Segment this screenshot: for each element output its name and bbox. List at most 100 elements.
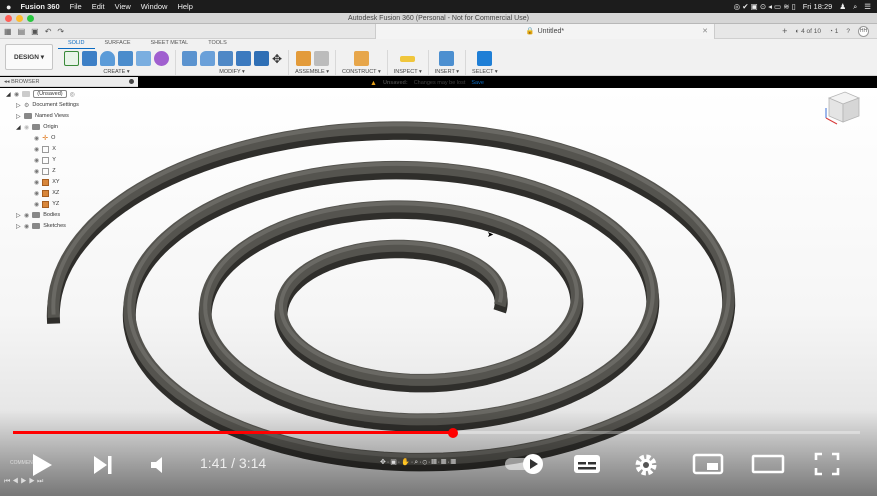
construct-menu[interactable]: CONSTRUCT ▾ (342, 69, 381, 75)
insert-menu[interactable]: INSERT ▾ (435, 69, 459, 75)
create-sketch-icon[interactable] (64, 51, 79, 66)
notification-center-icon[interactable]: ☰ (864, 2, 871, 11)
spotlight-icon[interactable]: ⌕ (853, 2, 857, 12)
browser-header[interactable]: ◂◂ BROWSER (0, 77, 138, 87)
measure-icon[interactable] (400, 55, 416, 62)
app-menu[interactable]: Fusion 360 (20, 2, 59, 11)
create-menu[interactable]: CREATE ▾ (103, 69, 129, 75)
pattern-icon[interactable] (136, 51, 151, 66)
eye-icon[interactable]: ◉ (34, 168, 39, 175)
chamfer-icon[interactable] (218, 51, 233, 66)
select-icon[interactable] (477, 51, 493, 66)
combine-icon[interactable] (254, 51, 269, 66)
close-window-button[interactable] (5, 15, 12, 22)
close-tab-icon[interactable]: ✕ (702, 27, 708, 35)
help-icon[interactable]: ? (846, 28, 850, 35)
tree-plane-xy[interactable]: ◉ XY (34, 177, 60, 187)
expand-icon[interactable]: ▷ (16, 113, 21, 120)
workspace-selector[interactable]: DESIGN ▾ (5, 44, 53, 70)
menu-file[interactable]: File (70, 2, 82, 11)
theater-mode-button[interactable] (751, 453, 785, 475)
tree-origin[interactable]: ◢ ◉ Origin (16, 122, 58, 132)
miniplayer-button[interactable] (692, 453, 724, 475)
new-component-icon[interactable] (295, 51, 311, 66)
tree-axis-y[interactable]: ◉ Y (34, 155, 56, 165)
tree-axis-z[interactable]: ◉ Z (34, 166, 56, 176)
job-status[interactable]: ◐ 4 of 10 (795, 28, 821, 35)
tree-axis-x[interactable]: ◉ X (34, 144, 56, 154)
fullscreen-button[interactable] (813, 451, 841, 477)
select-menu[interactable]: SELECT ▾ (472, 69, 498, 75)
save-button[interactable]: Save (471, 80, 484, 86)
revolve-icon[interactable] (100, 51, 115, 66)
eye-icon[interactable]: ◉ (34, 157, 39, 164)
save-icon[interactable]: ▣ (31, 27, 39, 36)
assemble-menu[interactable]: ASSEMBLE ▾ (295, 69, 329, 75)
offset-plane-icon[interactable] (353, 51, 369, 66)
tab-solid[interactable]: SOLID (58, 40, 95, 49)
eye-icon[interactable]: ◉ (24, 124, 29, 131)
tree-plane-yz[interactable]: ◉ YZ (34, 199, 59, 209)
modify-menu[interactable]: MODIFY ▾ (219, 69, 245, 75)
tree-named-views[interactable]: ▷ Named Views (16, 111, 69, 121)
tree-origin-point[interactable]: ◉ ✛ O (34, 133, 55, 143)
tree-sketches[interactable]: ▷ ◉ Sketches (16, 221, 66, 231)
eye-icon[interactable]: ◉ (34, 179, 39, 186)
menu-help[interactable]: Help (177, 2, 192, 11)
tree-bodies[interactable]: ▷ ◉ Bodies (16, 210, 60, 220)
notifications[interactable]: ◔ 1 (829, 28, 838, 35)
fillet-icon[interactable] (200, 51, 215, 66)
autoplay-toggle[interactable] (503, 452, 547, 476)
collapse-icon[interactable]: ◢ (16, 124, 21, 131)
eye-icon[interactable]: ◉ (34, 146, 39, 153)
collapse-browser-icon[interactable]: ◂◂ (4, 79, 10, 85)
user-icon[interactable]: ♟ (839, 2, 846, 11)
play-button[interactable] (30, 452, 54, 478)
menu-view[interactable]: View (115, 2, 131, 11)
avatar[interactable]: HH (858, 25, 869, 37)
status-tray-icons[interactable]: ◎ ✔ ▣ ⊙ ◂ ▭ ≋ ▯ (734, 2, 796, 11)
apple-icon[interactable]: ● (6, 2, 11, 12)
document-tab[interactable]: 🔒 Untitled* ✕ (375, 23, 715, 39)
tree-document-settings[interactable]: ▷ ⚙ Document Settings (16, 100, 79, 110)
browser-pin-icon[interactable] (129, 79, 134, 84)
eye-icon[interactable]: ◉ (34, 135, 39, 142)
undo-icon[interactable]: ↶ (45, 27, 52, 36)
extrude-icon[interactable] (82, 51, 97, 66)
tab-tools[interactable]: TOOLS (198, 40, 237, 49)
menu-window[interactable]: Window (141, 2, 168, 11)
tree-plane-xz[interactable]: ◉ XZ (34, 188, 59, 198)
view-cube[interactable] (823, 88, 863, 130)
insert-image-icon[interactable] (439, 51, 455, 66)
activate-icon[interactable]: ◎ (70, 91, 75, 98)
move-icon[interactable]: ✥ (272, 52, 282, 66)
volume-button[interactable] (149, 454, 171, 476)
inspect-menu[interactable]: INSPECT ▾ (394, 69, 422, 75)
progress-bar[interactable] (13, 431, 860, 434)
expand-icon[interactable]: ▷ (16, 212, 21, 219)
press-pull-icon[interactable] (182, 51, 197, 66)
menu-edit[interactable]: Edit (92, 2, 105, 11)
tab-sheet-metal[interactable]: SHEET METAL (141, 40, 199, 49)
tree-root[interactable]: ◢ ◉ (Unsaved) ◎ (6, 89, 75, 99)
joint-icon[interactable] (313, 51, 329, 66)
zoom-window-button[interactable] (27, 15, 34, 22)
redo-icon[interactable]: ↷ (57, 27, 64, 36)
eye-icon[interactable]: ◉ (34, 201, 39, 208)
eye-icon[interactable]: ◉ (34, 190, 39, 197)
shell-icon[interactable] (236, 51, 251, 66)
eye-icon[interactable]: ◉ (24, 212, 29, 219)
subtitles-button[interactable] (572, 453, 602, 475)
expand-icon[interactable]: ▷ (16, 223, 21, 230)
new-tab-icon[interactable]: + (782, 26, 787, 36)
expand-icon[interactable]: ◢ (6, 91, 11, 98)
clock[interactable]: Fri 18:29 (803, 2, 833, 11)
hole-icon[interactable] (118, 51, 133, 66)
minimize-window-button[interactable] (16, 15, 23, 22)
eye-icon[interactable]: ◉ (24, 223, 29, 230)
eye-icon[interactable]: ◉ (14, 91, 19, 98)
expand-icon[interactable]: ▷ (16, 102, 21, 109)
create-form-icon[interactable] (154, 51, 169, 66)
next-button[interactable] (92, 454, 114, 476)
settings-gear-icon[interactable] (633, 452, 659, 478)
